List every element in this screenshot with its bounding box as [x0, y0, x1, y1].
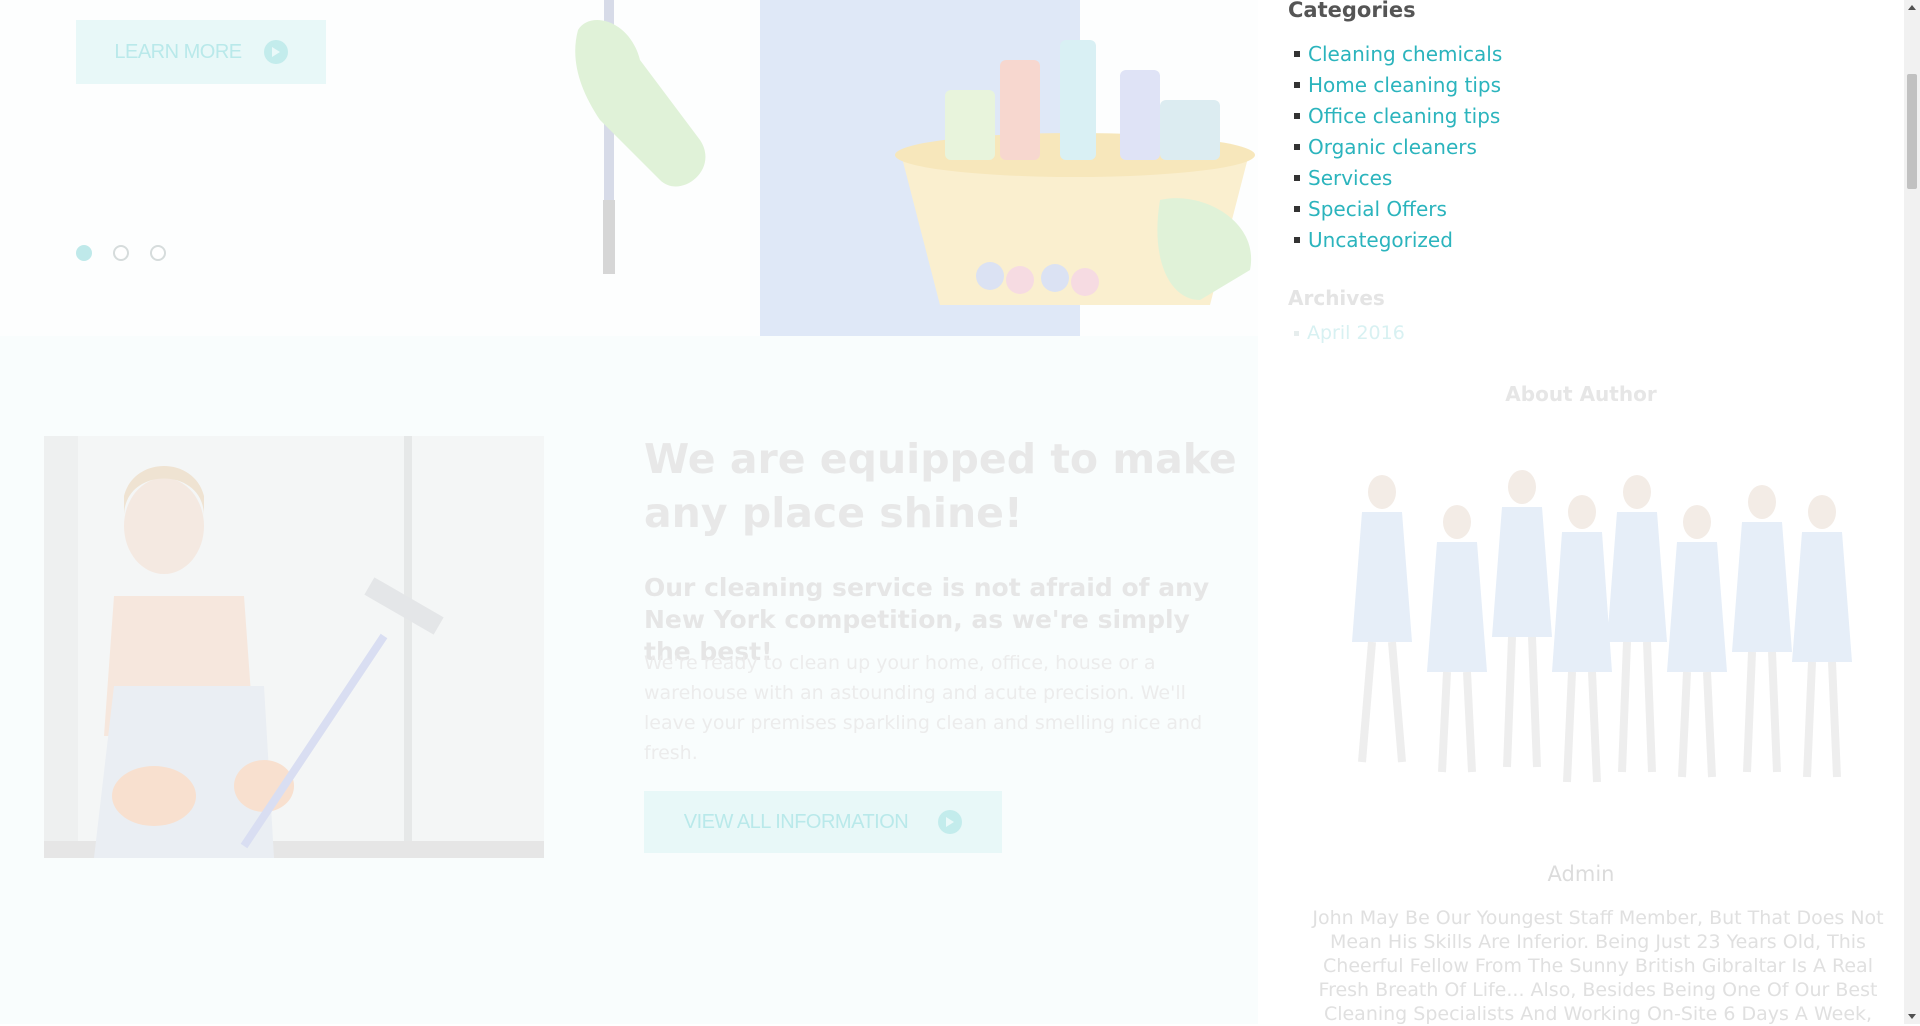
cleaning-team-image [1292, 432, 1872, 812]
category-item: Home cleaning tips [1294, 69, 1502, 100]
slider-dot-2[interactable] [113, 245, 129, 261]
category-item: Office cleaning tips [1294, 100, 1502, 131]
archives-title: Archives [1288, 286, 1385, 310]
author-name: Admin [1547, 862, 1615, 886]
bullet-icon [1294, 112, 1300, 119]
cleaner-woman-image [44, 436, 544, 858]
bullet-icon [1294, 236, 1300, 243]
archives-list: April 2016 [1294, 322, 1405, 344]
category-link-office-cleaning-tips[interactable]: Office cleaning tips [1308, 104, 1500, 128]
hero-slider: LEARN MORE [0, 0, 1258, 336]
learn-more-label: LEARN MORE [114, 40, 242, 63]
category-item: Organic cleaners [1294, 131, 1502, 162]
category-item: Cleaning chemicals [1294, 38, 1502, 69]
scroll-up-arrow-icon[interactable] [1908, 5, 1916, 10]
learn-more-button[interactable]: LEARN MORE [76, 20, 326, 84]
bullet-icon [1294, 50, 1300, 57]
category-link-home-cleaning-tips[interactable]: Home cleaning tips [1308, 73, 1501, 97]
bullet-icon [1294, 143, 1300, 150]
scrollbar-thumb[interactable] [1907, 74, 1917, 189]
category-item: Services [1294, 162, 1502, 193]
bullet-icon [1294, 330, 1299, 336]
arrow-right-circle-icon [938, 810, 963, 834]
scroll-down-arrow-icon[interactable] [1908, 1014, 1916, 1019]
category-link-services[interactable]: Services [1308, 166, 1392, 190]
category-link-uncategorized[interactable]: Uncategorized [1308, 228, 1453, 252]
slider-dot-3[interactable] [150, 245, 166, 261]
archive-item: April 2016 [1294, 322, 1405, 344]
category-item: Special Offers [1294, 193, 1502, 224]
view-all-information-button[interactable]: VIEW ALL INFORMATION [644, 791, 1002, 853]
slider-pagination [76, 245, 166, 261]
categories-list: Cleaning chemicals Home cleaning tips Of… [1294, 38, 1502, 255]
about-headline: We are equipped to make any place shine! [644, 435, 1237, 537]
categories-title: Categories [1288, 0, 1416, 22]
bullet-icon [1294, 81, 1300, 88]
about-body-text: We're ready to clean up your home, offic… [644, 652, 1203, 764]
bullet-icon [1294, 205, 1300, 212]
author-bio: John May Be Our Youngest Staff Member, B… [1312, 907, 1884, 1025]
arrow-right-circle-icon [263, 40, 288, 64]
category-link-cleaning-chemicals[interactable]: Cleaning chemicals [1308, 42, 1502, 66]
main-content: LEARN MORE We are equipped to make any p… [0, 0, 1258, 1024]
hero-cleaner-image [560, 0, 1258, 336]
sidebar: Categories Cleaning chemicals Home clean… [1258, 0, 1904, 1025]
archive-link-april-2016[interactable]: April 2016 [1307, 322, 1405, 344]
slider-dot-1[interactable] [76, 245, 92, 261]
category-link-special-offers[interactable]: Special Offers [1308, 197, 1447, 221]
bullet-icon [1294, 174, 1300, 181]
category-link-organic-cleaners[interactable]: Organic cleaners [1308, 135, 1477, 159]
about-author-title: About Author [1505, 382, 1657, 406]
page-scrollbar[interactable] [1904, 0, 1920, 1024]
view-all-information-label: VIEW ALL INFORMATION [683, 810, 909, 833]
category-item: Uncategorized [1294, 224, 1502, 255]
